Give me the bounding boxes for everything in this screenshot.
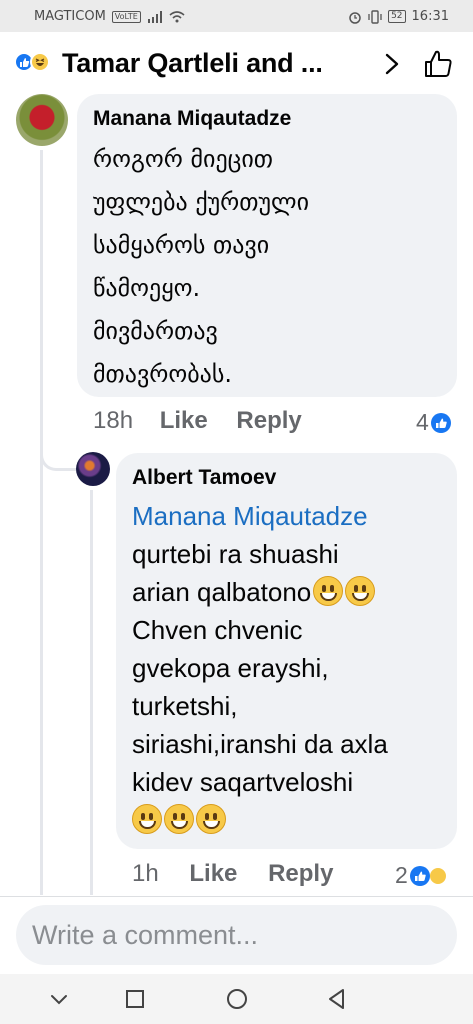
- carrier-name: MAGTICOM: [34, 9, 106, 24]
- comment-bubble[interactable]: Albert Tamoev Manana Miqautadze qurtebi …: [116, 453, 457, 849]
- avatar[interactable]: [16, 94, 68, 146]
- comment-line: kidev saqartveloshi: [132, 767, 354, 797]
- grinning-emoji-icon: [345, 576, 376, 606]
- reaction-count[interactable]: 4: [416, 409, 451, 436]
- haha-reaction-icon: [427, 865, 448, 886]
- beaming-emoji-icon: [164, 804, 194, 834]
- header-reactions[interactable]: [14, 52, 56, 72]
- comment-author[interactable]: Manana Miqautadze: [93, 104, 457, 134]
- mention-link[interactable]: Manana Miqautadze: [132, 497, 457, 535]
- recents-icon[interactable]: [122, 986, 148, 1012]
- comment-time: 1h: [132, 860, 159, 887]
- collapse-icon[interactable]: [46, 986, 72, 1012]
- comment-line: წამოეყო.: [93, 274, 201, 302]
- reply-button[interactable]: Reply: [236, 407, 301, 435]
- comment-bubble[interactable]: Manana Miqautadze როგორ მიეცით უფლება ქუ…: [77, 94, 457, 397]
- volte-badge: VoLTE: [111, 10, 141, 23]
- wifi-icon: [169, 10, 185, 22]
- alarm-icon: [349, 11, 361, 24]
- status-left: MAGTICOM VoLTE: [34, 9, 185, 24]
- signal-icon: [147, 10, 162, 23]
- comment-line: როგორ მიეცით: [93, 145, 274, 173]
- status-right: 52 16:31: [348, 9, 449, 24]
- beaming-emoji-icon: [196, 804, 226, 834]
- battery-icon: 52: [388, 10, 406, 23]
- comment-line: qurtebi ra shuashi: [132, 539, 339, 569]
- system-nav-bar: [0, 974, 473, 1024]
- reply-thread-line: [90, 490, 93, 895]
- comment-line: siriashi,iranshi da axla: [132, 729, 388, 759]
- beaming-emoji-icon: [132, 804, 162, 834]
- comment-line: სამყაროს თავი: [93, 231, 270, 259]
- post-title[interactable]: Tamar Qartleli and ...: [62, 48, 323, 79]
- comment-line: arian qalbatono: [132, 573, 457, 611]
- comment-line: Chven chvenic: [132, 615, 303, 645]
- grinning-emoji-icon: [313, 576, 344, 606]
- comment-actions: 1h Like Reply: [132, 860, 333, 888]
- comment-line: gvekopa erayshi,: [132, 653, 329, 683]
- back-icon[interactable]: [324, 986, 350, 1012]
- like-button[interactable]: Like: [189, 860, 237, 888]
- comment-line: უფლება ქურთული: [93, 188, 309, 216]
- comment-input[interactable]: Write a comment...: [16, 905, 457, 965]
- like-reaction-icon: [430, 412, 451, 433]
- thumbs-up-icon[interactable]: [422, 48, 454, 80]
- reaction-count-number: 4: [416, 409, 429, 435]
- reply-button[interactable]: Reply: [268, 860, 333, 888]
- status-bar: MAGTICOM VoLTE 52 16:31: [0, 0, 473, 32]
- emoji-line: [132, 801, 457, 839]
- haha-reaction-icon: [30, 52, 50, 72]
- reply-connector: [40, 445, 76, 471]
- home-icon[interactable]: [224, 986, 250, 1012]
- comment-time: 18h: [93, 407, 134, 434]
- vibrate-icon: [368, 9, 382, 24]
- thread-line: [40, 150, 43, 895]
- comment-actions: 18h Like Reply: [93, 407, 302, 435]
- comment-line: მივმართავ: [93, 317, 218, 345]
- comment-line-text: arian qalbatono: [132, 577, 312, 607]
- chevron-right-icon[interactable]: [380, 50, 404, 78]
- comment-line: მთავრობას.: [93, 360, 232, 388]
- comment-text: როგორ მიეცით უფლება ქურთული სამყაროს თავ…: [93, 138, 457, 396]
- comment-author[interactable]: Albert Tamoev: [132, 463, 457, 493]
- post-header: Tamar Qartleli and ...: [0, 32, 473, 94]
- like-reaction-icon: [409, 865, 430, 886]
- comment-text: Manana Miqautadze qurtebi ra shuashi ari…: [132, 497, 457, 839]
- like-button[interactable]: Like: [160, 407, 208, 435]
- reaction-count[interactable]: 2: [395, 862, 448, 889]
- clock: 16:31: [411, 9, 449, 24]
- comment-line: turketshi,: [132, 691, 238, 721]
- reaction-count-number: 2: [395, 862, 408, 888]
- avatar[interactable]: [76, 452, 110, 486]
